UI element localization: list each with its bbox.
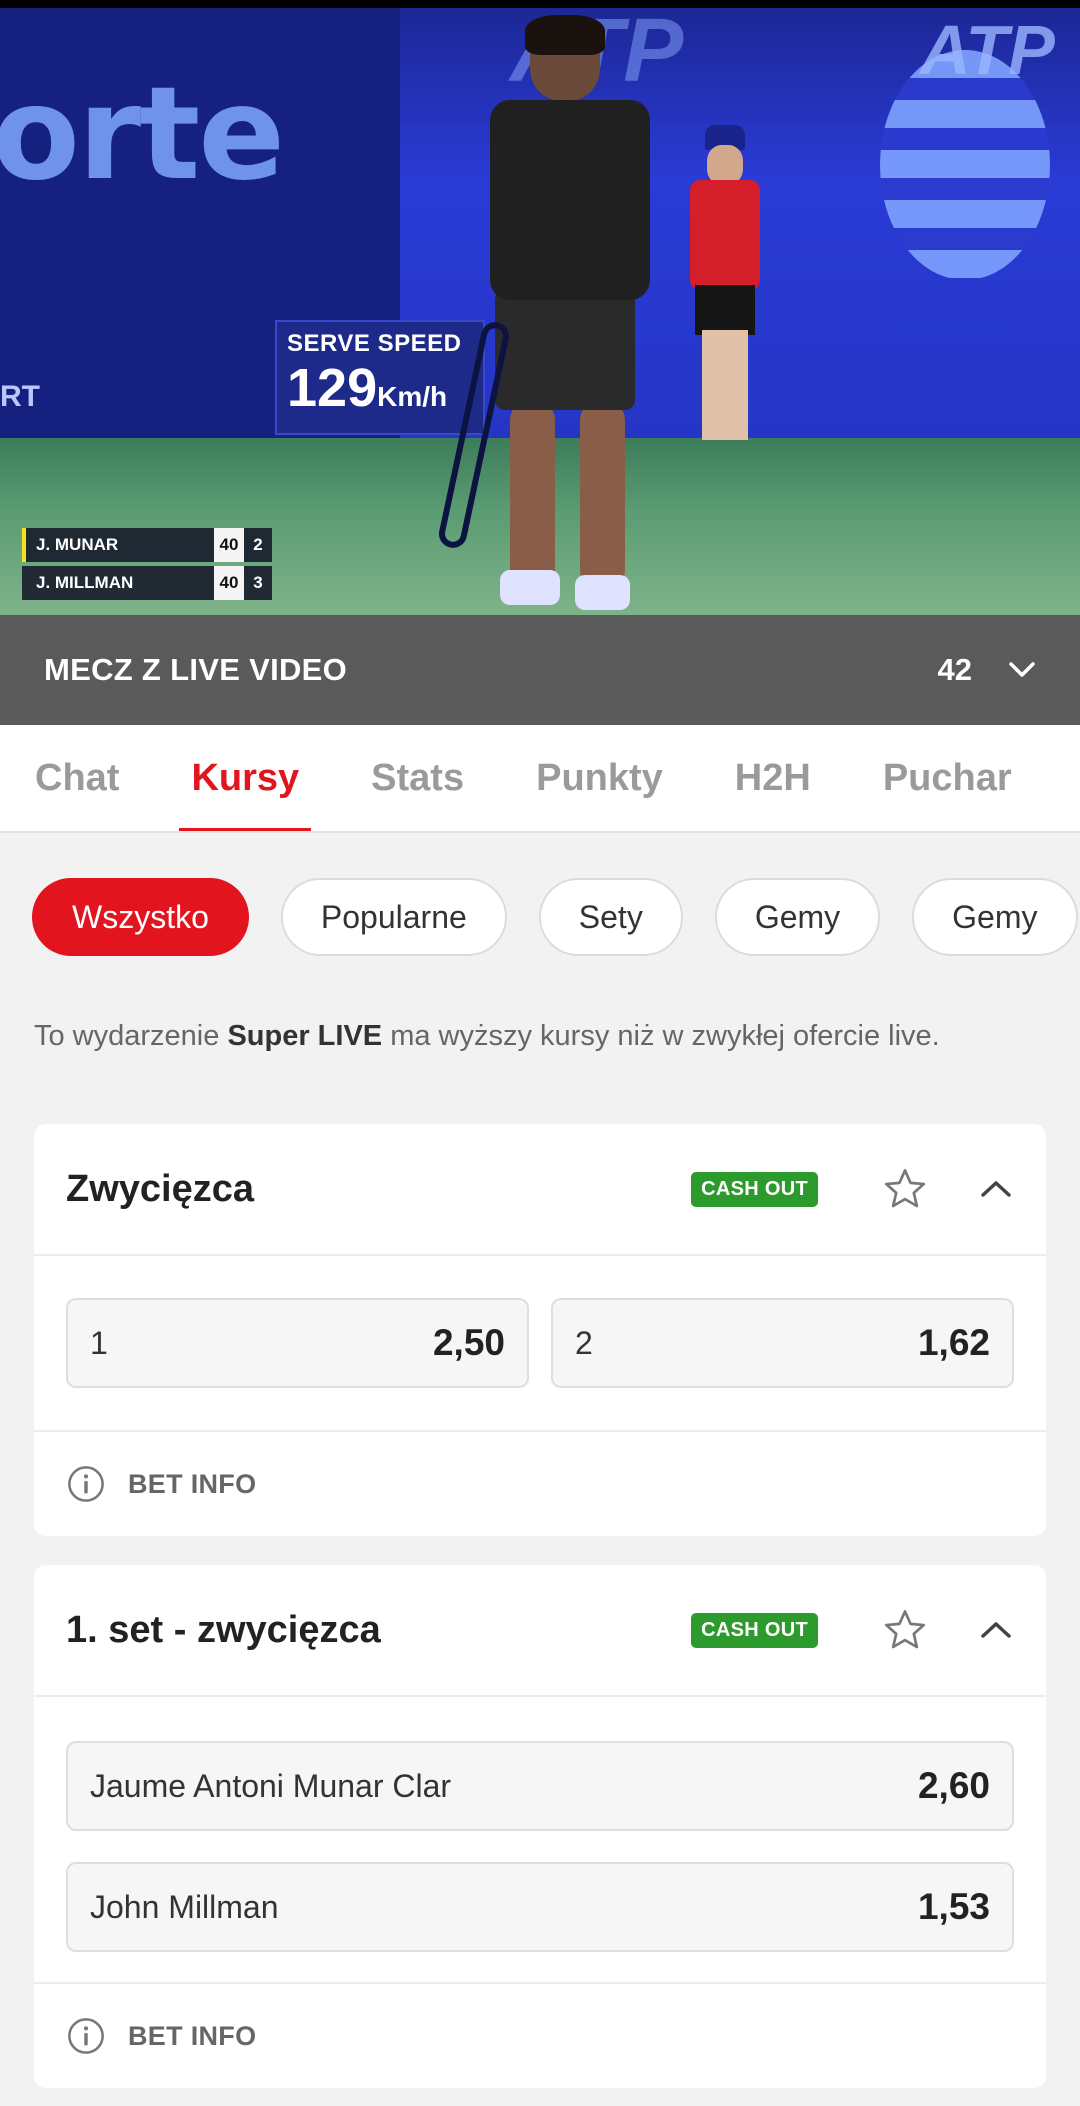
serve-speed-value: 129Km/h — [287, 358, 448, 418]
tab-h2h[interactable]: H2H — [723, 725, 823, 831]
filter-chip-popularne[interactable]: Popularne — [280, 878, 507, 956]
sponsor-banner-text: orte — [0, 60, 285, 209]
super-live-info: To wydarzenie Super LIVE ma wyższy kursy… — [34, 1020, 940, 1052]
info-icon — [66, 2016, 106, 2056]
outcome-label: 2 — [575, 1324, 593, 1361]
tab-punkty[interactable]: Punkty — [524, 725, 675, 831]
market-filters: Wszystko Popularne Sety Gemy Gemy — [32, 878, 1080, 958]
chevron-down-icon[interactable] — [1008, 656, 1036, 684]
info-icon — [66, 1464, 106, 1504]
super-live-highlight: Super LIVE — [227, 1020, 383, 1052]
market-title: Zwycięzca — [66, 1167, 254, 1210]
live-video-bar[interactable]: MECZ Z LIVE VIDEO 42 — [0, 615, 1080, 725]
market-header[interactable]: Zwycięzca CASH OUT — [34, 1124, 1046, 1256]
market-title: 1. set - zwycięzca — [66, 1608, 381, 1651]
scoreboard-points: 40 — [214, 566, 244, 600]
outcome-price: 2,50 — [432, 1322, 505, 1363]
tab-chat[interactable]: Chat — [23, 725, 131, 831]
outcome-label: 1 — [90, 1324, 108, 1361]
tab-stats[interactable]: Stats — [359, 725, 476, 831]
outcome-price: 1,62 — [917, 1322, 990, 1363]
scoreboard-games: 3 — [253, 573, 263, 592]
bet-info-label: BET INFO — [128, 2020, 257, 2051]
filter-chip-wszystko[interactable]: Wszystko — [32, 878, 249, 956]
event-tabs: Chat Kursy Stats Punkty H2H Puchar — [0, 725, 1080, 833]
odds-button[interactable]: 1 2,50 — [66, 1298, 529, 1388]
odds-button[interactable]: John Millman 1,53 — [66, 1862, 1014, 1952]
chevron-up-icon[interactable] — [978, 1171, 1014, 1207]
atp-logo-right: ATP — [920, 11, 1055, 89]
market-card-winner: Zwycięzca CASH OUT 1 2,50 2 1,62 BET INF… — [34, 1124, 1046, 1536]
scoreboard-player-name: J. MILLMAN — [36, 573, 134, 592]
scoreboard-games: 2 — [253, 535, 263, 554]
market-header[interactable]: 1. set - zwycięzca CASH OUT — [34, 1565, 1046, 1697]
sponsor-banner-text-2: RT — [0, 380, 40, 413]
tennis-player — [436, 15, 670, 615]
tab-puchar[interactable]: Puchar — [871, 725, 1024, 831]
filter-chip-sety[interactable]: Sety — [538, 878, 683, 956]
chevron-up-icon[interactable] — [978, 1612, 1014, 1648]
scoreboard: J. MUNAR 40 2 J. MILLMAN 40 3 — [22, 528, 272, 604]
outcome-price: 2,60 — [917, 1765, 990, 1806]
star-icon[interactable] — [882, 1607, 928, 1653]
outcome-price: 1,53 — [917, 1886, 990, 1927]
outcome-label: Jaume Antoni Munar Clar — [90, 1767, 452, 1804]
cash-out-badge: CASH OUT — [691, 1171, 818, 1207]
scoreboard-player-name: J. MUNAR — [22, 528, 214, 562]
scoreboard-points: 40 — [214, 528, 244, 562]
star-icon[interactable] — [882, 1166, 928, 1212]
scoreboard-row-player1: J. MUNAR 40 2 — [22, 528, 272, 562]
outcome-label: John Millman — [90, 1888, 279, 1925]
serve-speed-board: SERVE SPEED 129Km/h — [275, 320, 485, 435]
filter-chip-gemy-2[interactable]: Gemy — [912, 878, 1078, 956]
bet-info-label: BET INFO — [128, 1468, 257, 1499]
scoreboard-row-player2: J. MILLMAN 40 3 — [22, 566, 272, 600]
market-outcomes: Jaume Antoni Munar Clar 2,60 John Millma… — [34, 1697, 1046, 1984]
markets-count: 42 — [937, 652, 972, 687]
tab-kursy[interactable]: Kursy — [179, 725, 311, 831]
cash-out-badge: CASH OUT — [691, 1612, 818, 1648]
bet-info-link[interactable]: BET INFO — [34, 1984, 1046, 2088]
market-outcomes: 1 2,50 2 1,62 — [34, 1256, 1046, 1432]
ball-kid — [680, 125, 770, 455]
odds-button[interactable]: Jaume Antoni Munar Clar 2,60 — [66, 1741, 1014, 1831]
bet-info-link[interactable]: BET INFO — [34, 1432, 1046, 1536]
serve-speed-label: SERVE SPEED — [287, 330, 462, 357]
odds-button[interactable]: 2 1,62 — [551, 1298, 1014, 1388]
filter-chip-gemy[interactable]: Gemy — [714, 878, 881, 956]
live-video-player[interactable]: orte RT ATP ATP SERVE SPEED 129Km/h J. M… — [0, 0, 1080, 615]
market-card-first-set-winner: 1. set - zwycięzca CASH OUT Jaume Antoni… — [34, 1565, 1046, 2088]
live-video-title: MECZ Z LIVE VIDEO — [44, 652, 348, 687]
